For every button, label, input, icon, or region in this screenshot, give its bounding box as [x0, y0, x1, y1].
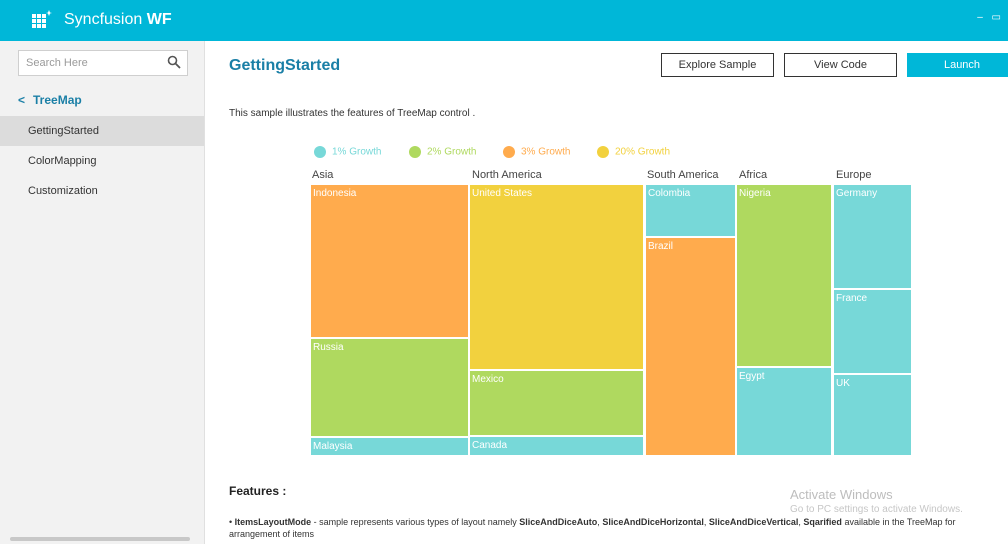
- treemap-tile-france[interactable]: France: [833, 289, 912, 374]
- explore-sample-button[interactable]: Explore Sample: [661, 53, 774, 77]
- legend-swatch: [409, 146, 421, 158]
- treemap-tile-indonesia[interactable]: Indonesia: [310, 184, 469, 338]
- treemap-tile-nigeria[interactable]: Nigeria: [736, 184, 832, 367]
- treemap-tile-egypt[interactable]: Egypt: [736, 367, 832, 456]
- search-icon[interactable]: [167, 55, 181, 69]
- sidebar-scrollbar[interactable]: [10, 537, 190, 541]
- legend-swatch: [314, 146, 326, 158]
- layout-name: SliceAndDiceVertical: [708, 517, 799, 527]
- back-to-treemap-button[interactable]: < TreeMap: [18, 93, 82, 107]
- legend-item-1pct: 1% Growth: [314, 146, 381, 158]
- legend-item-20pct: 20% Growth: [597, 146, 670, 158]
- syncfusion-logo-icon: [32, 10, 52, 28]
- window-controls[interactable]: – ▭: [977, 12, 1004, 23]
- legend-label: 20% Growth: [615, 146, 671, 158]
- feature-term: ItemsLayoutMode: [234, 517, 312, 527]
- sidebar: Search Here < TreeMap GettingStarted Colo…: [0, 41, 205, 544]
- search-input[interactable]: Search Here: [18, 50, 188, 76]
- features-heading: Features :: [229, 484, 287, 498]
- title-bar: Syncfusion WF – ▭: [0, 0, 1008, 41]
- sidebar-item-colormapping[interactable]: ColorMapping: [0, 146, 204, 176]
- back-label: TreeMap: [33, 93, 82, 107]
- treemap-tile-united-states[interactable]: United States: [469, 184, 644, 370]
- feature-text: - sample represents various types of lay…: [311, 517, 520, 527]
- sidebar-item-customization[interactable]: Customization: [0, 176, 204, 206]
- treemap-tile-uk[interactable]: UK: [833, 374, 912, 456]
- activation-watermark-title: Activate Windows: [790, 487, 893, 502]
- activation-watermark-subtitle: Go to PC settings to activate Windows.: [790, 504, 963, 515]
- treemap-tile-germany[interactable]: Germany: [833, 184, 912, 289]
- brand-name: Syncfusion: [64, 11, 143, 28]
- legend-swatch: [503, 146, 515, 158]
- group-header-europe: Europe: [836, 169, 872, 181]
- sample-description: This sample illustrates the features of …: [229, 108, 476, 119]
- layout-name: SliceAndDiceHorizontal: [602, 517, 704, 527]
- feature-bullet-itemslayoutmode: • ItemsLayoutMode - sample represents va…: [229, 517, 956, 539]
- group-header-north-america: North America: [472, 169, 542, 181]
- legend-label: 1% Growth: [332, 146, 382, 158]
- group-header-asia: Asia: [312, 169, 334, 181]
- launch-button[interactable]: Launch: [907, 53, 1008, 77]
- app-title: Syncfusion WF: [64, 11, 172, 29]
- treemap-tile-mexico[interactable]: Mexico: [469, 370, 644, 436]
- layout-name: Sqarified: [803, 517, 842, 527]
- layout-name: SliceAndDiceAuto: [519, 517, 598, 527]
- chevron-left-icon: <: [18, 93, 26, 107]
- page-title: GettingStarted: [229, 57, 341, 74]
- legend-item-2pct: 2% Growth: [409, 146, 476, 158]
- group-header-africa: Africa: [739, 169, 768, 181]
- search-placeholder: Search Here: [26, 57, 88, 69]
- legend-label: 3% Growth: [521, 146, 571, 158]
- legend-label: 2% Growth: [427, 146, 477, 158]
- legend-item-3pct: 3% Growth: [503, 146, 570, 158]
- treemap-tile-canada[interactable]: Canada: [469, 436, 644, 456]
- sidebar-item-gettingstarted[interactable]: GettingStarted: [0, 116, 204, 146]
- treemap-tile-brazil[interactable]: Brazil: [645, 237, 736, 456]
- treemap-tile-russia[interactable]: Russia: [310, 338, 469, 437]
- treemap-tile-malaysia[interactable]: Malaysia: [310, 437, 469, 456]
- group-header-south-america: South America: [647, 169, 719, 181]
- treemap-tile-colombia[interactable]: Colombia: [645, 184, 736, 237]
- brand-suffix: WF: [146, 11, 172, 28]
- view-code-button[interactable]: View Code: [784, 53, 897, 77]
- legend-swatch: [597, 146, 609, 158]
